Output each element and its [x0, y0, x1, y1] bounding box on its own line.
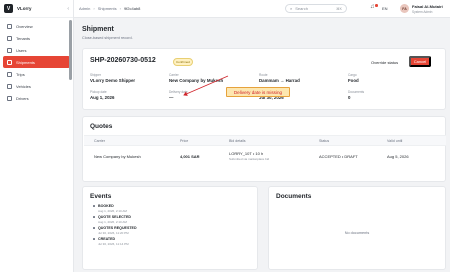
events-card: Events BOOKED Aug 1, 2026, 2:10 AM QUOTE…: [82, 186, 258, 270]
user-name: Faisal Al-Mutairi: [412, 4, 443, 9]
cancel-button[interactable]: Cancel: [409, 56, 431, 67]
avatar[interactable]: FA: [400, 4, 409, 13]
sidebar-brand: V VLorry ‹: [0, 0, 73, 18]
breadcrumb-separator: ›: [93, 6, 95, 11]
user-role: System Admin: [412, 9, 433, 14]
sidebar-item-label: Tenants: [16, 35, 31, 41]
cargo-field: Cargo Food: [348, 73, 359, 83]
carrier-field: Carrier New Company by Mukesh: [169, 73, 224, 83]
sidebar-item-label: Vehicles: [16, 83, 31, 89]
search-icon: ⌕: [290, 6, 293, 11]
sidebar-item-users[interactable]: Users: [3, 44, 70, 56]
events-list: BOOKED Aug 1, 2026, 2:10 AM QUOTE SELECT…: [93, 204, 137, 248]
driver-icon: [7, 95, 12, 101]
column-header: Carrier: [94, 139, 105, 143]
shipment-card: SHP-20260730-0512 Confirmed Override sta…: [82, 48, 446, 110]
quotes-card: Quotes Carrier Price Bid details Status …: [82, 116, 446, 182]
pickup-date-field: Pickup date Aug 1, 2026: [90, 90, 115, 100]
users-icon: [7, 47, 12, 53]
quote-carrier: New Company by Mukesh: [94, 154, 141, 159]
bell-icon[interactable]: ♫: [370, 4, 375, 10]
topbar: Admin › Shipments › 9f2c4ab8 ⌕ Search ⌘K…: [74, 0, 450, 18]
building-icon: [7, 35, 12, 41]
column-header: Valid until: [387, 139, 403, 143]
search-input[interactable]: ⌕ Search ⌘K: [285, 4, 347, 13]
sidebar: V VLorry ‹ Overview Tenants Users Shipme…: [0, 0, 74, 272]
page-subtitle: Close-based shipment record.: [82, 36, 133, 40]
collapse-icon[interactable]: ‹: [67, 6, 69, 12]
sidebar-item-trips[interactable]: Trips: [3, 68, 70, 80]
status-badge: Confirmed: [173, 58, 193, 66]
delivery-missing-callout: Delivery date is missing: [226, 87, 290, 97]
sidebar-item-label: Shipments: [16, 59, 35, 65]
notification-dot: [375, 4, 378, 7]
override-status-button[interactable]: Override status: [367, 57, 403, 67]
list-item: BOOKED Aug 1, 2026, 2:10 AM: [93, 204, 137, 213]
breadcrumb-admin[interactable]: Admin: [79, 6, 90, 11]
brand-name: VLorry: [17, 6, 32, 11]
sidebar-item-label: Trips: [16, 71, 25, 77]
route-field: Route Dammam → Harrad: [259, 73, 300, 83]
breadcrumb-shipments[interactable]: Shipments: [98, 6, 117, 11]
list-item: QUOTE SELECTED Aug 1, 2026, 2:10 AM: [93, 215, 137, 224]
sidebar-scrollbar[interactable]: [69, 20, 72, 80]
truck-icon: [7, 83, 12, 89]
sidebar-item-shipments[interactable]: Shipments: [3, 56, 70, 68]
sidebar-item-label: Overview: [16, 23, 33, 29]
list-item: QUOTES REQUESTED Jul 30, 2026, 11:20 PM: [93, 226, 137, 235]
column-header: Status: [319, 139, 330, 143]
documents-title: Documents: [276, 193, 312, 200]
column-header: Price: [180, 139, 189, 143]
language-switcher[interactable]: EN: [382, 6, 388, 11]
documents-field: Documents 0: [348, 90, 365, 100]
events-title: Events: [90, 193, 112, 200]
quote-valid-until: Aug 5, 2026: [387, 154, 409, 159]
sidebar-item-label: Drivers: [16, 95, 29, 101]
shipment-id: SHP-20260730-0512: [90, 57, 156, 64]
documents-card: Documents No documents: [268, 186, 446, 270]
quote-bid-sub: Submitted via marketplace bid: [229, 156, 270, 161]
box-icon: [7, 59, 12, 65]
delivery-date-field: Delivery date —: [169, 90, 188, 100]
sidebar-item-label: Users: [16, 47, 27, 53]
route-icon: [7, 71, 12, 77]
column-header: Bid details: [229, 139, 246, 143]
empty-state: No documents: [344, 231, 370, 235]
quote-status: ACCEPTED • DRAFT: [319, 154, 358, 159]
main-content: Shipment Close-based shipment record. SH…: [74, 18, 450, 272]
grid-icon: [7, 23, 12, 29]
breadcrumb-separator: ›: [119, 6, 121, 11]
sidebar-item-vehicles[interactable]: Vehicles: [3, 80, 70, 92]
page-title: Shipment: [82, 26, 114, 33]
shipper-field: Shipper VLorry Demo Shipper: [90, 73, 136, 83]
quote-price: 4,001 SAR: [180, 154, 200, 159]
sidebar-item-drivers[interactable]: Drivers: [3, 92, 70, 104]
search-placeholder: Search: [295, 6, 308, 11]
breadcrumb: Admin › Shipments › 9f2c4ab8: [79, 6, 140, 11]
search-shortcut: ⌘K: [336, 6, 342, 11]
logo-icon: V: [4, 4, 13, 13]
quotes-title: Quotes: [90, 123, 113, 130]
sidebar-item-overview[interactable]: Overview: [3, 20, 70, 32]
breadcrumb-current: 9f2c4ab8: [123, 6, 141, 11]
sidebar-item-tenants[interactable]: Tenants: [3, 32, 70, 44]
quote-bid: LORRY_10T • 10 h: [229, 151, 264, 156]
list-item: CREATED Jul 30, 2026, 11:14 PM: [93, 237, 137, 246]
